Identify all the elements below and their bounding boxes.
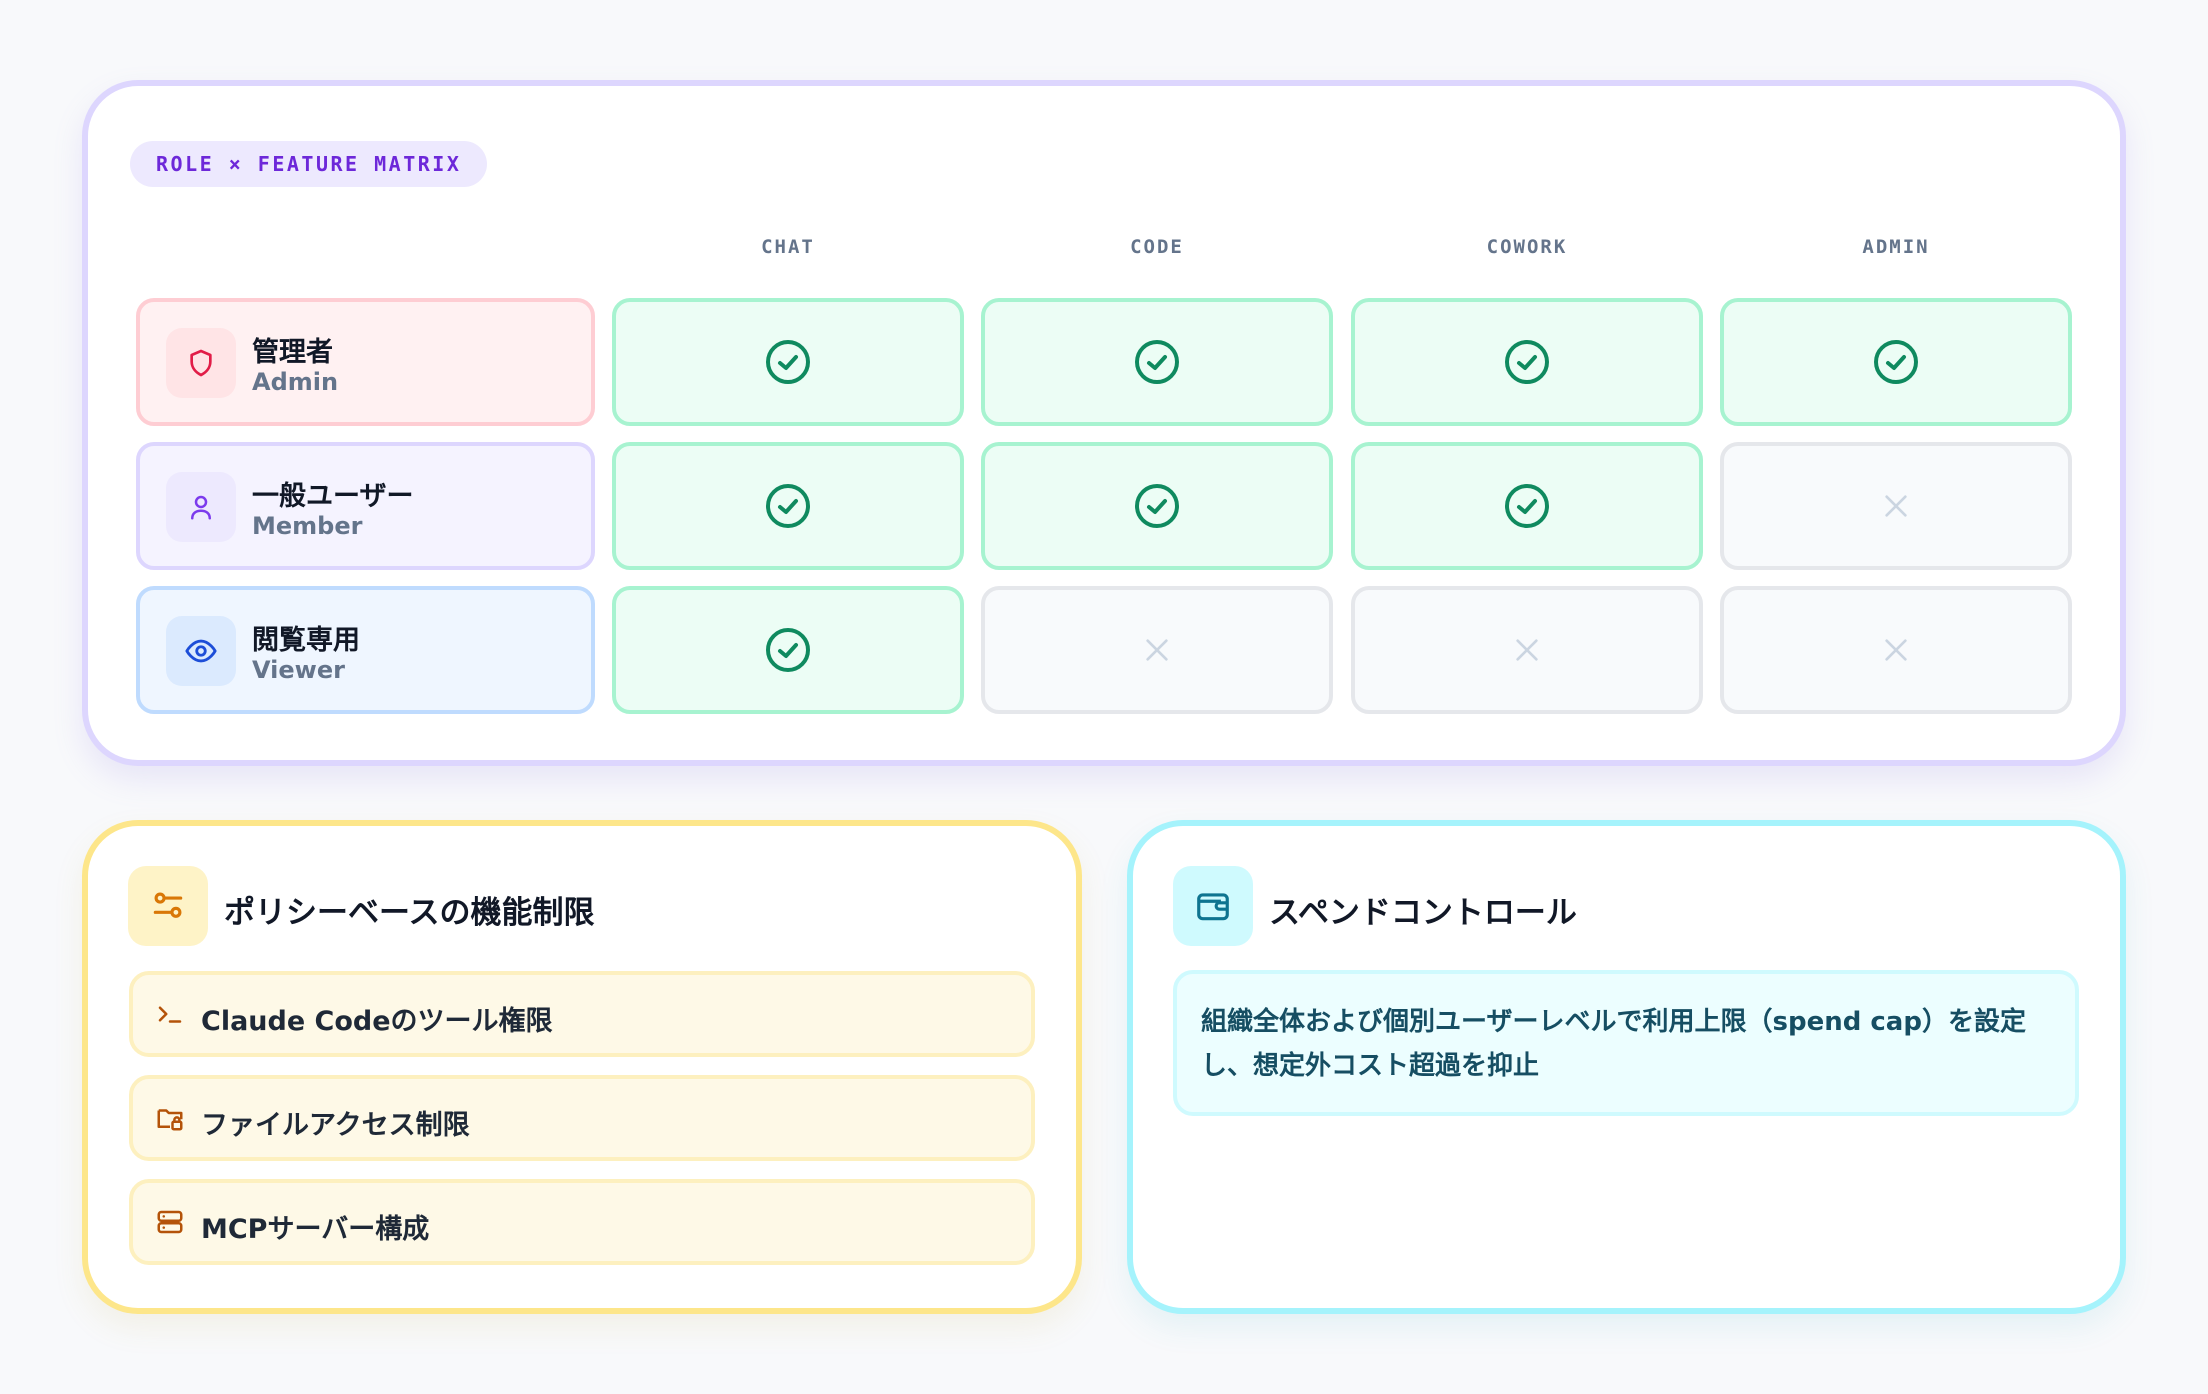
cross-icon (1141, 634, 1173, 666)
folder-lock-icon (153, 1101, 187, 1135)
policy-item-file-access: ファイルアクセス制限 (129, 1075, 1035, 1161)
role-name-ja: 一般ユーザー (252, 481, 414, 512)
column-header-chat: CHAT (761, 236, 815, 258)
role-row-admin: 管理者 Admin (136, 298, 595, 426)
cross-icon (1880, 634, 1912, 666)
policy-item-mcp-server: MCPサーバー構成 (129, 1179, 1035, 1265)
matrix-cell-admin-admin (1720, 298, 2072, 426)
terminal-icon (153, 997, 187, 1031)
check-circle-icon (1503, 338, 1551, 386)
check-circle-icon (1133, 338, 1181, 386)
matrix-cell-viewer-code (981, 586, 1333, 714)
role-row-viewer: 閲覧専用 Viewer (136, 586, 595, 714)
matrix-badge: ROLE × FEATURE MATRIX (130, 141, 488, 187)
role-name-ja: 閲覧専用 (252, 625, 360, 656)
matrix-cell-viewer-cowork (1351, 586, 1703, 714)
role-name-en: Admin (252, 368, 339, 396)
matrix-cell-member-admin (1720, 442, 2072, 570)
cross-icon (1880, 490, 1912, 522)
role-name-en: Viewer (252, 656, 345, 684)
column-header-code: CODE (1130, 236, 1184, 258)
column-header-admin: ADMIN (1862, 236, 1930, 258)
shield-icon (166, 328, 236, 398)
policy-item-claude-code: Claude Codeのツール権限 (129, 971, 1035, 1057)
wallet-icon (1173, 866, 1253, 946)
policy-item-label: ファイルアクセス制限 (201, 1110, 470, 1141)
spend-title: スペンドコントロール (1269, 895, 1577, 931)
role-name-ja: 管理者 (252, 337, 333, 368)
matrix-cell-viewer-admin (1720, 586, 2072, 714)
cross-icon (1511, 634, 1543, 666)
server-icon (153, 1205, 187, 1239)
spend-description: 組織全体および個別ユーザーレベルで利用上限（spend cap）を設定し、想定外… (1173, 970, 2079, 1116)
matrix-cell-member-code (981, 442, 1333, 570)
matrix-cell-admin-chat (612, 298, 964, 426)
check-circle-icon (1503, 482, 1551, 530)
check-circle-icon (764, 482, 812, 530)
matrix-cell-member-cowork (1351, 442, 1703, 570)
check-circle-icon (764, 626, 812, 674)
role-name-en: Member (252, 512, 363, 540)
role-row-member: 一般ユーザー Member (136, 442, 595, 570)
eye-icon (166, 616, 236, 686)
matrix-cell-admin-code (981, 298, 1333, 426)
column-header-cowork: COWORK (1486, 236, 1568, 258)
matrix-cell-admin-cowork (1351, 298, 1703, 426)
policy-item-label: MCPサーバー構成 (201, 1214, 430, 1245)
policy-title: ポリシーベースの機能制限 (224, 895, 595, 931)
matrix-cell-viewer-chat (612, 586, 964, 714)
check-circle-icon (764, 338, 812, 386)
sliders-icon (128, 866, 208, 946)
user-icon (166, 472, 236, 542)
check-circle-icon (1872, 338, 1920, 386)
policy-item-label: Claude Codeのツール権限 (201, 1006, 553, 1037)
matrix-cell-member-chat (612, 442, 964, 570)
check-circle-icon (1133, 482, 1181, 530)
